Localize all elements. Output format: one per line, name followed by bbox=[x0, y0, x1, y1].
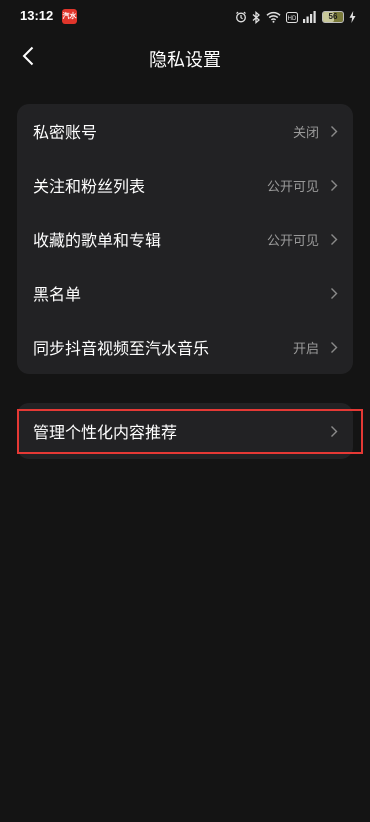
svg-text:HD: HD bbox=[288, 16, 297, 22]
chevron-right-icon bbox=[329, 124, 339, 138]
battery-icon: 56 bbox=[322, 11, 344, 23]
alarm-icon bbox=[235, 11, 247, 23]
setting-value: 关闭 bbox=[292, 125, 319, 141]
signal-icon bbox=[303, 11, 317, 23]
setting-value: 公开可见 bbox=[266, 233, 319, 249]
setting-label: 黑名单 bbox=[33, 285, 82, 304]
setting-row-sync-douyin[interactable]: 同步抖音视频至汽水音乐 开启 bbox=[17, 320, 353, 374]
page-title: 隐私设置 bbox=[149, 50, 221, 71]
setting-row-collected-playlists[interactable]: 收藏的歌单和专辑 公开可见 bbox=[17, 212, 353, 266]
header: 隐私设置 bbox=[0, 36, 370, 80]
setting-row-blacklist[interactable]: 黑名单 bbox=[17, 266, 353, 320]
bluetooth-icon bbox=[252, 10, 261, 24]
setting-row-follow-list[interactable]: 关注和粉丝列表 公开可见 bbox=[17, 158, 353, 212]
chevron-right-icon bbox=[329, 340, 339, 354]
app-notification-icon: 汽水 bbox=[62, 9, 77, 24]
setting-value: 开启 bbox=[292, 341, 319, 357]
setting-label: 私密账号 bbox=[33, 123, 98, 142]
chevron-right-icon bbox=[329, 232, 339, 246]
status-time: 13:12 bbox=[20, 8, 54, 23]
status-bar: 13:12 汽水 HD 56 bbox=[0, 0, 370, 34]
setting-label: 收藏的歌单和专辑 bbox=[33, 231, 162, 250]
setting-label: 关注和粉丝列表 bbox=[33, 177, 146, 196]
wifi-icon bbox=[266, 11, 281, 23]
setting-value: 公开可见 bbox=[266, 179, 319, 195]
battery-text: 56 bbox=[328, 12, 338, 21]
status-icons: HD 56 bbox=[235, 8, 356, 26]
setting-label: 同步抖音视频至汽水音乐 bbox=[33, 339, 210, 358]
chevron-right-icon bbox=[329, 178, 339, 192]
chevron-right-icon bbox=[329, 286, 339, 300]
setting-row-private-account[interactable]: 私密账号 关闭 bbox=[17, 104, 353, 158]
chevron-right-icon bbox=[329, 424, 339, 438]
personalization-card: 管理个性化内容推荐 bbox=[17, 403, 353, 459]
privacy-settings-card: 私密账号 关闭 关注和粉丝列表 公开可见 收藏的歌单和专辑 公开可见 黑名单 同… bbox=[17, 104, 353, 374]
hd-icon: HD bbox=[286, 11, 298, 23]
charging-icon bbox=[349, 11, 356, 23]
setting-row-personalized-recommendations[interactable]: 管理个性化内容推荐 bbox=[17, 403, 353, 459]
setting-label: 管理个性化内容推荐 bbox=[33, 423, 178, 442]
